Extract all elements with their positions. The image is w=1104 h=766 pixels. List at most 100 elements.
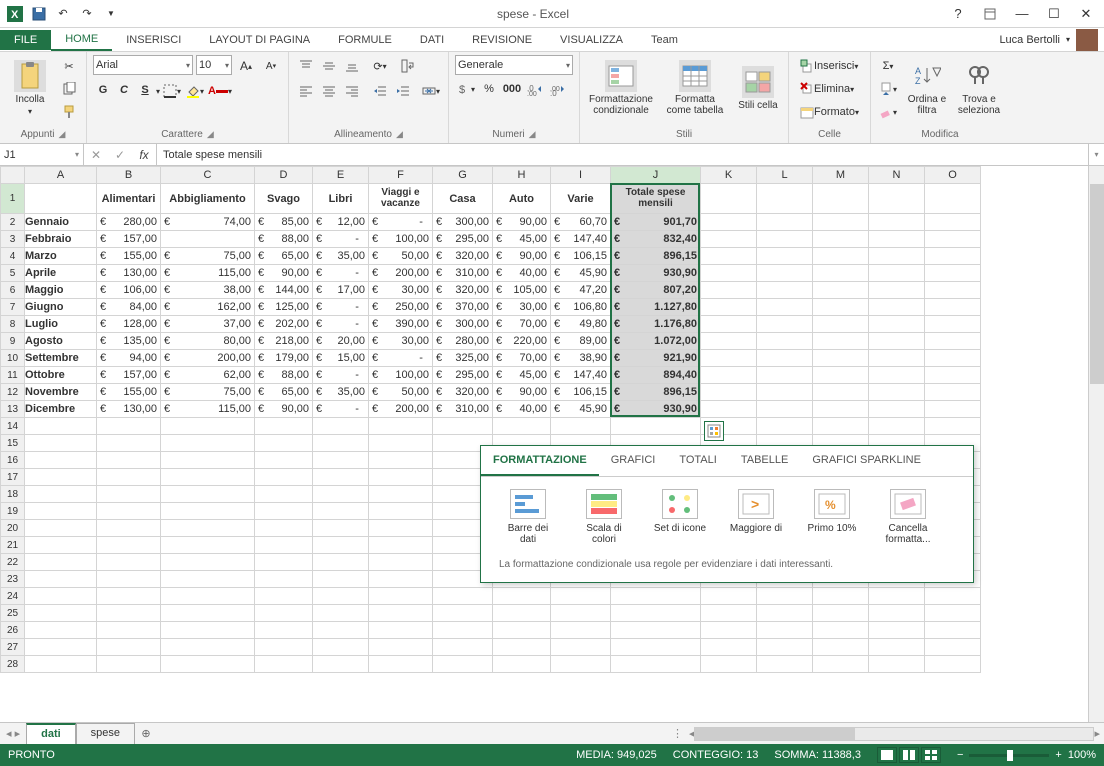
cell[interactable]: €921,90 xyxy=(611,350,701,367)
cell[interactable] xyxy=(869,316,925,333)
cell[interactable]: €80,00 xyxy=(161,333,255,350)
cell[interactable] xyxy=(925,299,981,316)
insert-cells-button[interactable]: Inserisci ▾ xyxy=(795,55,863,77)
cell[interactable] xyxy=(551,639,611,656)
tab-file[interactable]: FILE xyxy=(0,30,51,50)
tab-view[interactable]: VISUALIZZA xyxy=(546,30,637,50)
column-header[interactable]: C xyxy=(161,167,255,184)
cell[interactable] xyxy=(161,503,255,520)
cell[interactable]: €130,00 xyxy=(97,265,161,282)
cell[interactable]: €47,20 xyxy=(551,282,611,299)
row-header[interactable]: 28 xyxy=(1,656,25,673)
cell[interactable] xyxy=(25,486,97,503)
cell[interactable] xyxy=(701,622,757,639)
cell[interactable] xyxy=(25,571,97,588)
cell[interactable] xyxy=(813,622,869,639)
cell[interactable]: €90,00 xyxy=(493,384,551,401)
align-left-icon[interactable] xyxy=(295,80,317,102)
cell[interactable] xyxy=(369,537,433,554)
cell[interactable] xyxy=(255,520,313,537)
row-header[interactable]: 5 xyxy=(1,265,25,282)
cell[interactable] xyxy=(925,265,981,282)
qat-more-icon[interactable]: ▼ xyxy=(100,3,122,25)
cell[interactable]: €90,00 xyxy=(493,214,551,231)
column-header[interactable]: A xyxy=(25,167,97,184)
cell[interactable] xyxy=(25,639,97,656)
cell[interactable]: €50,00 xyxy=(369,384,433,401)
row-header[interactable]: 11 xyxy=(1,367,25,384)
row-header[interactable]: 23 xyxy=(1,571,25,588)
cell[interactable] xyxy=(25,537,97,554)
cell[interactable]: €1.127,80 xyxy=(611,299,701,316)
cell[interactable] xyxy=(97,622,161,639)
cell[interactable] xyxy=(313,418,369,435)
cell[interactable] xyxy=(813,401,869,418)
cell[interactable]: €35,00 xyxy=(313,384,369,401)
cell[interactable]: €49,80 xyxy=(551,316,611,333)
cell[interactable]: Gennaio xyxy=(25,214,97,231)
sheet-tab-spese[interactable]: spese xyxy=(76,723,135,744)
cell[interactable] xyxy=(701,282,757,299)
cell[interactable] xyxy=(813,248,869,265)
cell[interactable]: Agosto xyxy=(25,333,97,350)
cell[interactable] xyxy=(255,503,313,520)
cell[interactable]: €218,00 xyxy=(255,333,313,350)
cell[interactable]: Settembre xyxy=(25,350,97,367)
cell[interactable]: Febbraio xyxy=(25,231,97,248)
cell[interactable] xyxy=(813,299,869,316)
cell[interactable] xyxy=(255,418,313,435)
qa-tab-charts[interactable]: GRAFICI xyxy=(599,446,668,476)
cell[interactable]: Auto xyxy=(493,184,551,214)
align-top-icon[interactable] xyxy=(295,55,317,77)
cell[interactable]: €65,00 xyxy=(255,248,313,265)
view-normal-icon[interactable] xyxy=(877,747,897,763)
cell[interactable] xyxy=(493,639,551,656)
sheet-tab-dati[interactable]: dati xyxy=(26,723,76,744)
cell[interactable] xyxy=(493,588,551,605)
cell[interactable] xyxy=(97,639,161,656)
cell[interactable] xyxy=(25,520,97,537)
cell[interactable]: Aprile xyxy=(25,265,97,282)
cell[interactable]: € - xyxy=(313,231,369,248)
cell[interactable]: €179,00 xyxy=(255,350,313,367)
italic-button[interactable]: C xyxy=(114,80,134,100)
cell[interactable]: €320,00 xyxy=(433,248,493,265)
row-header[interactable]: 17 xyxy=(1,469,25,486)
row-header[interactable]: 4 xyxy=(1,248,25,265)
cell[interactable] xyxy=(25,656,97,673)
cell[interactable]: €35,00 xyxy=(313,248,369,265)
row-header[interactable]: 16 xyxy=(1,452,25,469)
cell[interactable]: €295,00 xyxy=(433,367,493,384)
cell[interactable] xyxy=(97,554,161,571)
cell[interactable] xyxy=(869,231,925,248)
cell[interactable]: €106,15 xyxy=(551,384,611,401)
cell[interactable]: Svago xyxy=(255,184,313,214)
cell[interactable] xyxy=(25,554,97,571)
row-header[interactable]: 19 xyxy=(1,503,25,520)
close-icon[interactable]: ✕ xyxy=(1072,3,1100,25)
cell[interactable] xyxy=(757,639,813,656)
cell[interactable] xyxy=(611,605,701,622)
cell[interactable]: €135,00 xyxy=(97,333,161,350)
orientation-icon[interactable]: ⟳▾ xyxy=(369,55,391,77)
cell[interactable] xyxy=(255,605,313,622)
column-header[interactable]: F xyxy=(369,167,433,184)
expand-formula-icon[interactable]: ▾ xyxy=(1088,144,1104,165)
cell[interactable] xyxy=(97,435,161,452)
cell[interactable] xyxy=(255,588,313,605)
cell[interactable]: €901,70 xyxy=(611,214,701,231)
row-header[interactable]: 27 xyxy=(1,639,25,656)
cell[interactable] xyxy=(701,639,757,656)
cell[interactable]: €115,00 xyxy=(161,401,255,418)
cell[interactable]: Giugno xyxy=(25,299,97,316)
cell[interactable] xyxy=(925,316,981,333)
cell[interactable] xyxy=(97,452,161,469)
align-middle-icon[interactable] xyxy=(318,55,340,77)
font-color-icon[interactable]: A▾ xyxy=(207,80,233,102)
cell[interactable] xyxy=(433,605,493,622)
cell[interactable] xyxy=(701,333,757,350)
cell-styles-button[interactable]: Stili cella xyxy=(734,55,782,121)
launcher-icon[interactable]: ◢ xyxy=(396,129,403,140)
cell[interactable]: € - xyxy=(313,316,369,333)
cell[interactable]: €75,00 xyxy=(161,384,255,401)
